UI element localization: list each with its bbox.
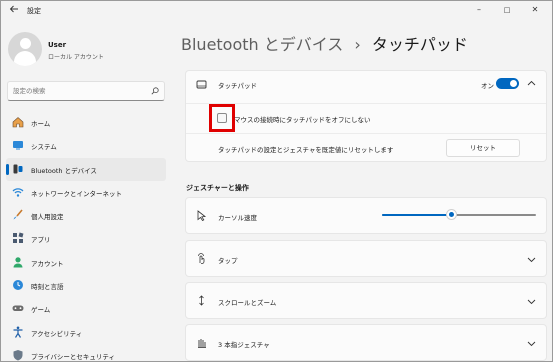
apps-icon [13,233,24,244]
search-icon[interactable] [151,87,159,95]
back-arrow-icon[interactable] [7,4,21,18]
title-bar: 設定 – □ ✕ [1,1,552,23]
cursor-icon [197,210,207,221]
search-input[interactable] [13,85,143,97]
sidebar-item-accessibility[interactable]: アクセシビリティ [6,321,166,344]
minimize-button[interactable]: – [469,3,489,17]
sidebar-item-label: 時刻と言語 [31,283,64,292]
sidebar-item-personalization[interactable]: 個人用設定 [6,204,166,227]
page-title: タッチパッド [371,35,468,54]
chevron-down-icon[interactable] [527,297,536,306]
accessibility-icon [13,326,23,338]
breadcrumb: Bluetooth とデバイス › タッチパッド [181,31,468,55]
maximize-button[interactable]: □ [497,3,517,17]
sidebar-item-label: アクセシビリティ [31,329,83,338]
brush-icon [13,209,23,220]
sidebar-item-label: ゲーム [31,306,51,315]
chevron-up-icon[interactable] [527,79,536,88]
avatar-head-icon [20,38,31,49]
globe-clock-icon [13,280,23,291]
account-icon [13,256,23,268]
chevron-down-icon[interactable] [527,255,536,264]
tap-label: タップ [218,257,238,265]
gamepad-icon [12,305,24,312]
slider-fill [382,214,452,216]
search-box[interactable] [7,81,165,101]
sidebar-item-label: アカウント [31,259,64,268]
sidebar-item-system[interactable]: システム [6,134,166,157]
close-button[interactable]: ✕ [525,3,545,17]
sidebar-item-label: ネットワークとインターネット [31,189,122,198]
scroll-icon [199,295,204,306]
wifi-icon [12,188,24,197]
sidebar-item-gaming[interactable]: ゲーム [6,297,166,320]
scroll-zoom-card[interactable]: スクロールとズーム [185,282,547,319]
reset-button[interactable]: リセット [446,139,520,157]
system-icon [13,141,23,150]
three-finger-icon [198,339,206,348]
tap-card[interactable]: タップ [185,240,547,277]
touchpad-toggle[interactable] [496,78,519,89]
avatar-body-icon [14,51,36,66]
keep-touchpad-on-label: マウスの接続時にタッチパッドをオフにしない [234,116,371,124]
sidebar-item-label: システム [31,143,57,152]
sidebar-item-label: プライバシーとセキュリティ [31,352,115,361]
sidebar-item-label: Bluetooth とデバイス [31,166,97,175]
reset-description: タッチパッドの設定とジェスチャを既定値にリセットします [218,146,394,154]
highlight-box [209,104,235,132]
sidebar-item-label: ホーム [31,120,51,128]
bluetooth-icon [13,164,23,174]
home-icon [12,117,24,128]
section-header: ジェスチャーと操作 [186,184,249,192]
three-finger-label: 3 本指ジェスチャ [218,341,270,349]
scroll-zoom-label: スクロールとズーム [218,299,277,307]
sidebar-item-label: アプリ [31,236,51,245]
breadcrumb-parent[interactable]: Bluetooth とデバイス [181,35,343,54]
sidebar-item-accounts[interactable]: アカウント [6,251,166,274]
sidebar-item-label: 個人用設定 [31,213,64,222]
slider-thumb[interactable] [445,209,457,220]
cursor-speed-slider[interactable] [382,214,536,216]
sidebar-item-network[interactable]: ネットワークとインターネット [6,181,166,204]
sidebar-item-bluetooth[interactable]: Bluetooth とデバイス [6,157,166,181]
cursor-speed-label: カーソル速度 [218,214,257,222]
sidebar-item-home[interactable]: ホーム [6,111,166,134]
settings-window: 設定 – □ ✕ User ローカル アカウント ホーム システム Blueto… [0,0,553,362]
toggle-state-label: オン [481,82,494,90]
sidebar-item-apps[interactable]: アプリ [6,227,166,250]
three-finger-card[interactable]: 3 本指ジェスチャ [185,324,547,361]
divider [186,103,546,104]
touchpad-icon [196,80,207,89]
shield-icon [13,349,23,361]
sidebar-nav: ホーム システム Bluetooth とデバイス ネットワークとインターネット … [1,111,168,361]
chevron-down-icon[interactable] [527,339,536,348]
touchpad-card: タッチパッド オン マウスの接続時にタッチパッドをオフにしない タッチパッドの設… [185,70,547,162]
tap-icon [198,253,205,264]
divider [186,133,546,134]
sidebar-item-privacy[interactable]: プライバシーとセキュリティ [6,344,166,361]
window-title: 設定 [27,7,41,15]
touchpad-label: タッチパッド [218,82,257,90]
user-name: User [48,41,67,49]
avatar[interactable] [8,32,42,66]
breadcrumb-separator: › [354,35,361,54]
account-type: ローカル アカウント [48,54,104,61]
sidebar-item-time-language[interactable]: 時刻と言語 [6,274,166,297]
